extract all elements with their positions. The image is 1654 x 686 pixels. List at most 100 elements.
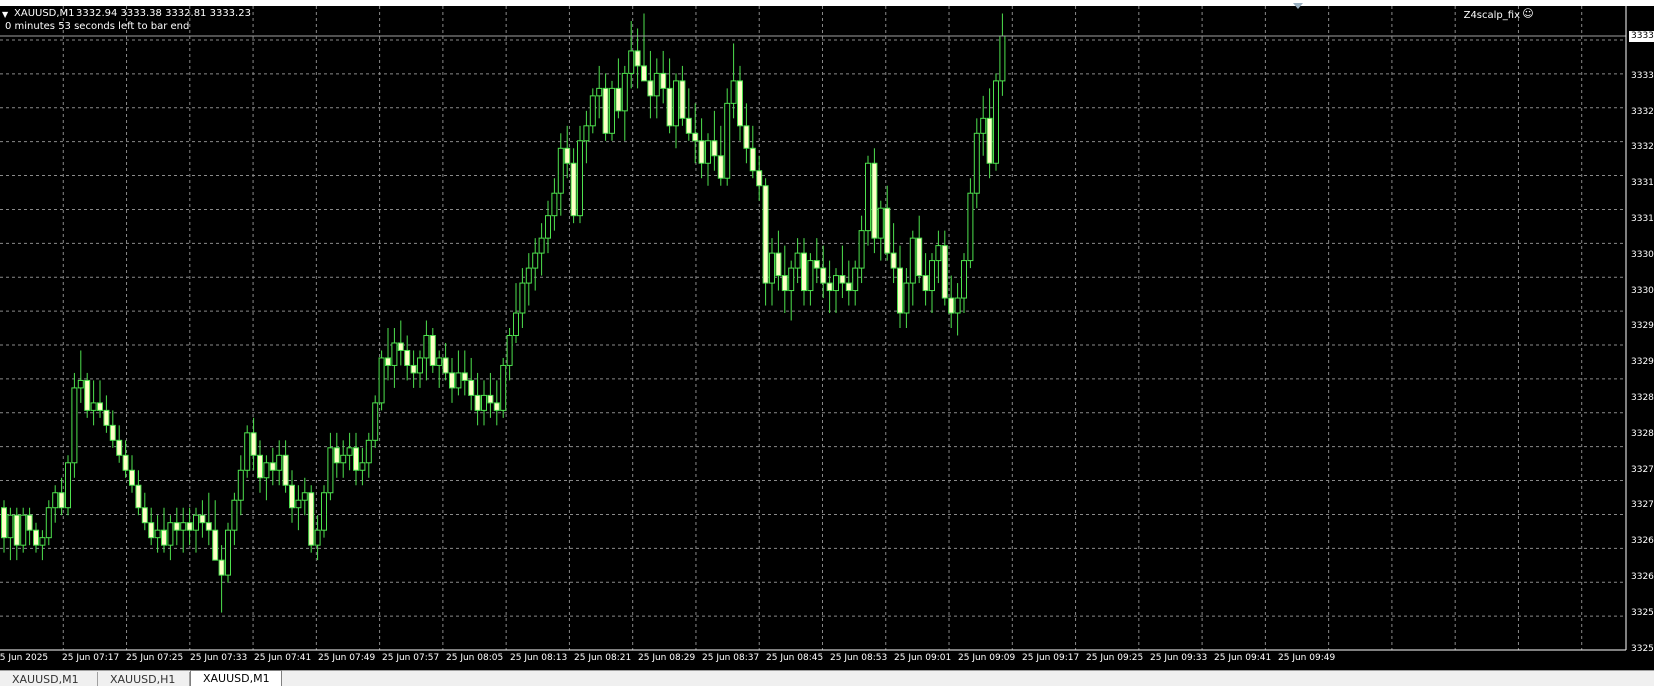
bear-candle-body [282,454,289,486]
candle [372,395,379,448]
triangle-down-icon[interactable]: ▼ [2,10,8,20]
chart-tabs: XAUUSD,M1 XAUUSD,H1 XAUUSD,M1 [0,670,1654,686]
bear-candle-body [986,117,993,164]
tab-xauusd-m1-active[interactable]: XAUUSD,M1 [190,670,282,686]
bear-candle-body [487,394,494,404]
candle [999,13,1006,96]
bear-candle-body [717,155,724,179]
bear-candle-body [1,507,7,539]
bull-candle-body [909,237,916,284]
candle [986,88,993,179]
bear-candle-body [33,529,39,546]
candle [455,350,462,396]
smiley-icon[interactable]: ☺ [1522,8,1534,20]
bear-candle-body [666,87,673,127]
candle [557,133,564,216]
bear-candle-body [615,87,622,112]
chart-frame [0,6,1627,651]
bear-candle-body [813,260,820,269]
bull-candle-body [417,357,423,374]
candle [922,253,929,306]
candle [583,110,590,164]
bear-candle-body [218,559,225,576]
tab-xauusd-h1[interactable]: XAUUSD,H1 [98,672,190,686]
bull-candle-body [525,267,532,284]
bear-candle-body [429,334,436,366]
bull-candle-body [589,95,596,127]
bull-candle-body [858,230,865,269]
bull-candle-body [538,237,545,254]
candle [852,260,859,306]
bear-candle-body [442,357,449,374]
bull-candle-body [295,499,302,509]
time-tick-label: 25 Jun 08:53 [830,653,888,663]
time-tick-label: 25 Jun 07:17 [62,653,120,663]
bull-candle-body [852,267,859,292]
candle [327,432,334,501]
candle [410,350,417,388]
tab-xauusd-m1-first[interactable]: XAUUSD,M1 [0,672,98,686]
time-tick-label: 25 Jun 09:01 [894,653,952,663]
bear-candle-body [404,349,411,366]
candle [833,268,839,314]
bear-candle-body [468,379,475,396]
bull-candle-body [65,462,71,509]
candle [724,88,731,186]
bull-candle-body [609,87,615,134]
bull-candle-body [506,334,513,366]
candle [698,118,705,179]
bear-candle-body [884,207,891,254]
candle [269,447,276,486]
price-tick-label: 3325. [1631,607,1654,618]
bull-candle-body [545,215,551,239]
chart-window[interactable]: ▼ XAUUSD,M1 3332.94 3333.38 3332.81 3333… [0,0,1654,686]
price-chart[interactable] [0,0,1654,686]
candle [641,13,647,82]
candle [52,485,59,523]
bull-candle-body [865,162,871,232]
candle [602,73,609,141]
bear-candle-body [692,132,699,142]
bull-candle-body [423,334,430,359]
bear-candle-body [58,492,65,509]
bull-candle-body [263,462,270,479]
scroll-marker-icon[interactable] [1293,3,1303,9]
bear-candle-body [269,462,276,471]
bull-candle-body [77,379,84,389]
candle [397,320,404,366]
price-tick-label: 3327. [1631,464,1654,475]
bull-candle-body [20,514,27,546]
candle [820,245,827,299]
candle [205,492,212,546]
bull-candle-body [340,454,347,464]
candle [346,432,353,471]
candle [365,432,372,478]
candle [967,178,974,269]
bear-candle-body [109,424,116,441]
candle [167,515,174,561]
candle [961,253,967,314]
candle [359,447,366,486]
bar-countdown: 0 minutes 53 seconds left to bar end [5,21,190,32]
candle [212,500,219,561]
candle [199,500,206,538]
candle [813,238,820,284]
grid-lines [0,6,1626,651]
price-tick-label: 3327. [1631,500,1654,511]
candle [84,372,91,418]
candle [673,73,679,149]
candle [449,357,455,403]
bull-candle-body [301,492,308,501]
bull-candle-body [877,207,884,239]
bear-candle-body [781,275,788,292]
candle [353,432,359,486]
price-tick-label: 3332. [1631,106,1654,117]
candle [129,455,135,493]
candle [500,357,507,418]
candle [77,350,84,403]
candle [615,58,622,119]
candle [653,58,660,119]
bull-candle-body [929,260,935,292]
bull-candle-body [372,402,379,441]
bull-candle-body [500,364,507,411]
